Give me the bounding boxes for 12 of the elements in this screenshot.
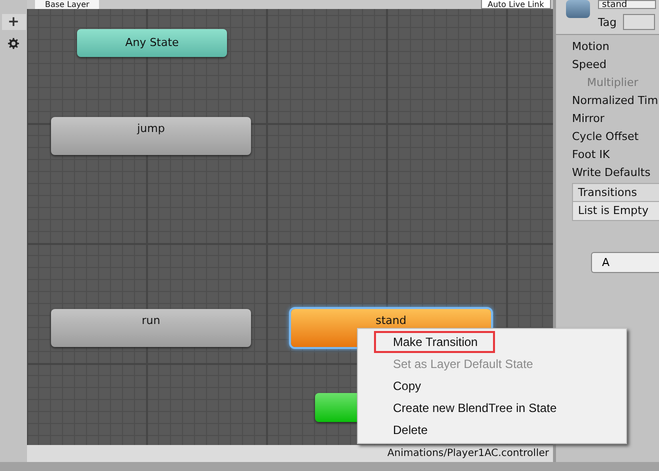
empty-list-text: List is Empty xyxy=(577,203,650,219)
property-label: Speed xyxy=(572,57,608,73)
property-label: Write Defaults xyxy=(572,165,652,181)
controller-path: Animations/Player1AC.controller xyxy=(387,448,550,459)
property-label: Normalized Tim xyxy=(572,93,659,109)
property-label: Mirror xyxy=(572,111,606,127)
property-label: Foot IK xyxy=(572,147,611,163)
property-label: Multiplier xyxy=(586,75,640,91)
transitions-header: Transitions xyxy=(573,184,659,202)
tag-label: Tag xyxy=(598,16,617,28)
property-label: Cycle Offset xyxy=(572,129,640,145)
property-label: Motion xyxy=(572,39,610,55)
